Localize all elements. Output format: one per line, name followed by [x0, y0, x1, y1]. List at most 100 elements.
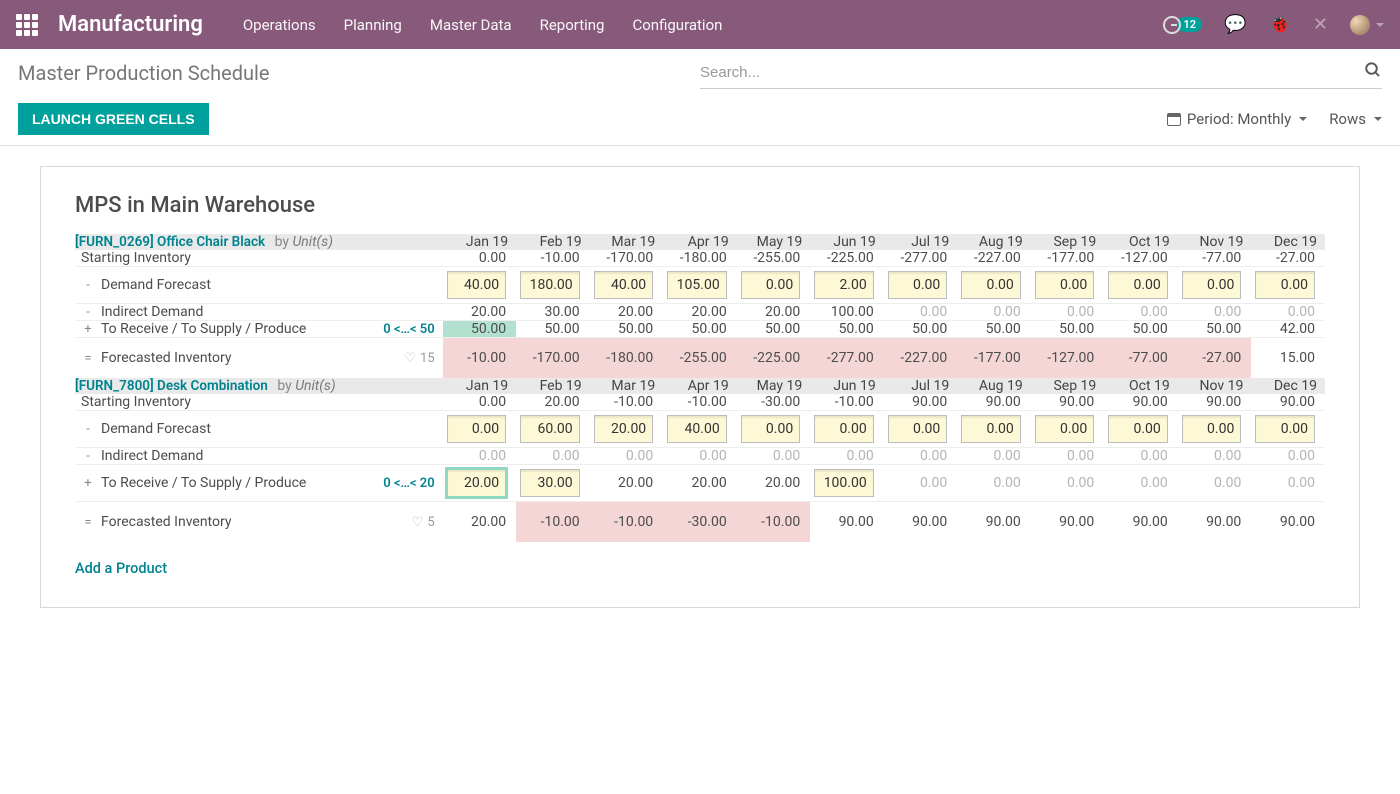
month-header: Apr 19 — [663, 378, 737, 394]
demand-input[interactable] — [1108, 415, 1168, 443]
demand-input[interactable] — [667, 271, 727, 299]
demand-input[interactable] — [814, 271, 874, 299]
month-header: Oct 19 — [1104, 234, 1178, 250]
indirect-cell: 0.00 — [663, 448, 737, 465]
product-link[interactable]: [FURN_7800] Desk Combination — [75, 378, 268, 394]
indirect-cell: 20.00 — [663, 304, 737, 321]
nav-master-data[interactable]: Master Data — [430, 16, 512, 34]
rows-selector[interactable]: Rows — [1329, 110, 1382, 128]
month-header: Feb 19 — [516, 234, 590, 250]
period-selector[interactable]: Period: Monthly — [1167, 110, 1307, 128]
month-header: Feb 19 — [516, 378, 590, 394]
supply-cell: 0.00 — [1178, 465, 1252, 502]
starting-cell: 90.00 — [1251, 394, 1325, 411]
demand-input[interactable] — [520, 415, 580, 443]
demand-input[interactable] — [594, 415, 654, 443]
safety-hint: ♡5 — [359, 515, 443, 530]
forecasted-cell: -77.00 — [1104, 338, 1178, 379]
supply-cell: 50.00 — [1178, 321, 1252, 338]
demand-input[interactable] — [1255, 415, 1315, 443]
add-product-link[interactable]: Add a Product — [75, 560, 167, 577]
range-hint: 0 <…< 50 — [359, 322, 443, 337]
supply-input[interactable] — [814, 469, 874, 497]
row-label-demand: -Demand Forecast — [75, 267, 359, 304]
starting-cell: -227.00 — [957, 250, 1031, 267]
calendar-icon — [1167, 113, 1181, 126]
nav-planning[interactable]: Planning — [344, 16, 402, 34]
supply-input[interactable] — [520, 469, 580, 497]
starting-cell: -30.00 — [737, 394, 811, 411]
supply-cell: 50.00 — [443, 321, 517, 338]
demand-input[interactable] — [1108, 271, 1168, 299]
starting-cell: 90.00 — [1178, 394, 1252, 411]
product-link[interactable]: [FURN_0269] Office Chair Black — [75, 234, 265, 250]
forecasted-cell: 15.00 — [1251, 338, 1325, 379]
indirect-cell: 20.00 — [737, 304, 811, 321]
nav-operations[interactable]: Operations — [243, 16, 316, 34]
demand-input[interactable] — [888, 271, 948, 299]
month-header: Jun 19 — [810, 378, 884, 394]
demand-input[interactable] — [520, 271, 580, 299]
month-header: May 19 — [737, 378, 811, 394]
month-header: Aug 19 — [957, 378, 1031, 394]
month-header: Jan 19 — [443, 234, 517, 250]
indirect-cell: 20.00 — [443, 304, 517, 321]
range-hint: 0 <…< 20 — [359, 476, 443, 491]
demand-input[interactable] — [447, 415, 507, 443]
demand-input[interactable] — [741, 415, 801, 443]
supply-input[interactable] — [447, 469, 507, 497]
notification-badge: 12 — [1177, 17, 1202, 32]
demand-input[interactable] — [594, 271, 654, 299]
indirect-cell: 0.00 — [1178, 448, 1252, 465]
forecasted-cell: 90.00 — [884, 502, 958, 543]
demand-input[interactable] — [961, 415, 1021, 443]
indirect-cell: 0.00 — [1031, 304, 1105, 321]
supply-cell: 50.00 — [737, 321, 811, 338]
launch-green-cells-button[interactable]: LAUNCH GREEN CELLS — [18, 103, 209, 135]
supply-cell: 42.00 — [1251, 321, 1325, 338]
control-panel: Master Production Schedule LAUNCH GREEN … — [0, 49, 1400, 146]
starting-cell: -27.00 — [1251, 250, 1325, 267]
search-input[interactable] — [700, 64, 1356, 81]
search-icon[interactable] — [1364, 61, 1382, 84]
demand-input[interactable] — [1035, 271, 1095, 299]
month-header: Dec 19 — [1251, 234, 1325, 250]
indirect-cell: 0.00 — [1104, 304, 1178, 321]
nav-reporting[interactable]: Reporting — [540, 16, 605, 34]
demand-input[interactable] — [1182, 271, 1242, 299]
debug-bug-icon[interactable]: 🐞 — [1268, 14, 1290, 35]
starting-cell: -127.00 — [1104, 250, 1178, 267]
forecasted-cell: 20.00 — [443, 502, 517, 543]
month-header: Nov 19 — [1178, 234, 1252, 250]
forecasted-cell: -10.00 — [737, 502, 811, 543]
row-label-starting: Starting Inventory — [75, 250, 359, 267]
indirect-cell: 0.00 — [1251, 304, 1325, 321]
tools-icon[interactable]: ✕ — [1313, 14, 1328, 35]
month-header: Aug 19 — [957, 234, 1031, 250]
forecasted-cell: -127.00 — [1031, 338, 1105, 379]
nav-configuration[interactable]: Configuration — [632, 16, 722, 34]
demand-input[interactable] — [667, 415, 727, 443]
demand-input[interactable] — [1255, 271, 1315, 299]
indirect-cell: 0.00 — [516, 448, 590, 465]
supply-cell: 20.00 — [663, 465, 737, 502]
activities-icon[interactable]: 12 — [1163, 16, 1202, 34]
demand-input[interactable] — [1035, 415, 1095, 443]
indirect-cell: 30.00 — [516, 304, 590, 321]
forecasted-cell: -10.00 — [516, 502, 590, 543]
forecasted-cell: -180.00 — [590, 338, 664, 379]
indirect-cell: 0.00 — [810, 448, 884, 465]
user-menu[interactable] — [1350, 15, 1384, 35]
demand-input[interactable] — [888, 415, 948, 443]
supply-cell: 0.00 — [1031, 465, 1105, 502]
messaging-icon[interactable]: 💬 — [1224, 14, 1246, 35]
apps-icon[interactable] — [16, 14, 38, 36]
indirect-cell: 0.00 — [1104, 448, 1178, 465]
demand-input[interactable] — [1182, 415, 1242, 443]
demand-input[interactable] — [447, 271, 507, 299]
demand-input[interactable] — [961, 271, 1021, 299]
demand-input[interactable] — [814, 415, 874, 443]
forecasted-cell: -27.00 — [1178, 338, 1252, 379]
row-label-indirect: -Indirect Demand — [75, 448, 359, 465]
demand-input[interactable] — [741, 271, 801, 299]
